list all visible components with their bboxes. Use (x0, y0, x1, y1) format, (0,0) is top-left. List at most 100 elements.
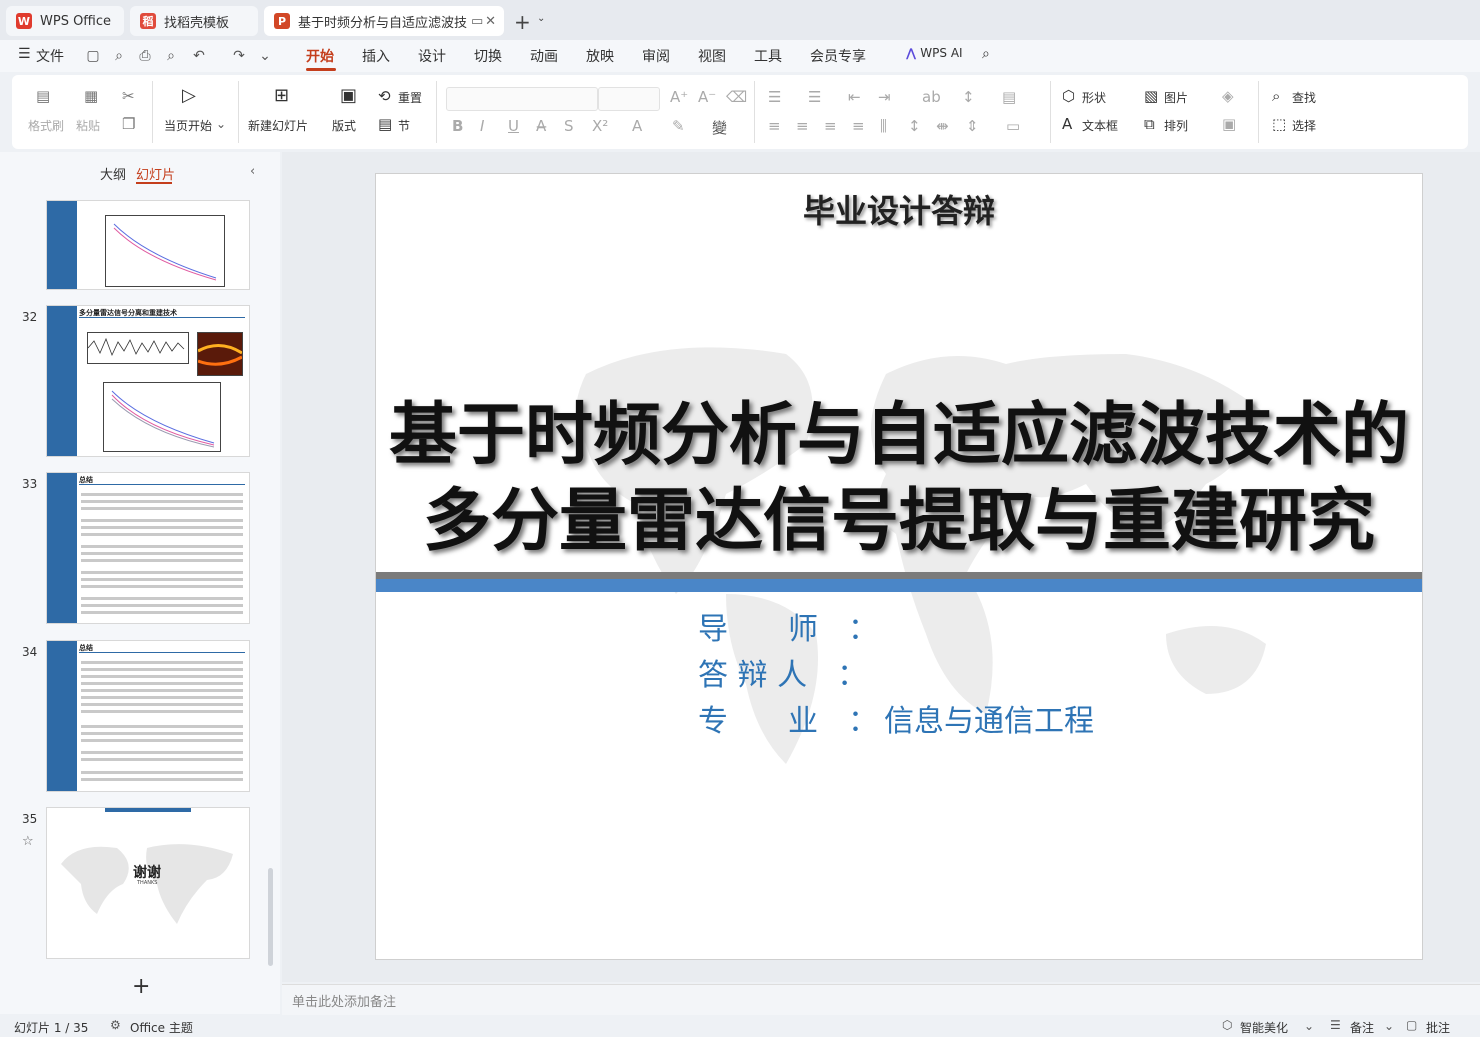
numbering-icon[interactable]: ☰ (808, 88, 821, 106)
menu-file[interactable]: 文件 (36, 46, 64, 66)
copy-icon[interactable]: ❐ (122, 115, 135, 133)
distribute-icon[interactable]: ⫼ (880, 117, 887, 135)
tab-wps-office[interactable]: W WPS Office (6, 6, 124, 36)
notes-pane[interactable]: 单击此处添加备注 (282, 984, 1480, 1015)
format-brush-button[interactable]: 格式刷 (28, 117, 64, 134)
print-preview-icon[interactable]: ⌕ (162, 47, 180, 65)
arrange-icon[interactable]: ⧉ (1144, 115, 1155, 133)
find-icon[interactable]: ⌕ (1272, 87, 1280, 105)
strikethrough-icon[interactable]: A̶ (536, 117, 546, 135)
indent-icon[interactable]: ⇥ (878, 88, 891, 106)
slide-thumbnail-32[interactable]: 多分量雷达信号分离和重建技术 (46, 305, 250, 457)
redo-icon[interactable]: ↷ (230, 47, 248, 65)
column-icon[interactable]: ⇼ (936, 117, 949, 135)
align-left-icon[interactable]: ≡ (768, 117, 781, 135)
notes-toggle[interactable]: 备注 (1350, 1019, 1374, 1036)
justify-icon[interactable]: ≡ (852, 117, 865, 135)
cut-icon[interactable]: ✂ (122, 87, 135, 105)
format-brush-icon[interactable]: ▤ (36, 87, 50, 105)
from-current-button[interactable]: 当页开始 (164, 117, 212, 134)
play-icon[interactable]: ▷ (182, 85, 196, 106)
collapse-panel-icon[interactable]: ‹ (250, 164, 255, 179)
shadow-icon[interactable]: S (564, 117, 574, 135)
new-slide-button[interactable]: 新建幻灯片 (248, 117, 308, 134)
menu-tab-8[interactable]: 工具 (754, 46, 782, 66)
add-slide-icon[interactable]: + (132, 974, 150, 999)
fill-icon[interactable]: ◈ (1222, 87, 1234, 105)
more-icon[interactable]: ⌄ (256, 47, 274, 65)
increase-font-icon[interactable]: A⁺ (670, 88, 688, 106)
line-spacing-icon[interactable]: ↕ (962, 88, 975, 106)
undo-icon[interactable]: ↶ (190, 47, 208, 65)
current-slide[interactable]: 毕业设计答辩 基于时频分析与自适应滤波技术的 多分量雷达信号提取与重建研究 导 … (375, 173, 1423, 960)
wps-ai-button[interactable]: ⋀ WPS AI (906, 46, 963, 60)
slide-thumbnail-33[interactable]: 总结 (46, 472, 250, 624)
menu-tab-4[interactable]: 动画 (530, 46, 558, 66)
bold-icon[interactable]: B (452, 117, 463, 135)
shape-button[interactable]: 形状 (1082, 89, 1106, 106)
textbox-button[interactable]: 文本框 (1082, 117, 1118, 134)
picture-button[interactable]: 图片 (1164, 89, 1188, 106)
layout-button[interactable]: 版式 (332, 117, 356, 134)
select-icon[interactable]: ⬚ (1272, 115, 1286, 133)
section-button[interactable]: 节 (398, 117, 410, 134)
picture-icon[interactable]: ▧ (1144, 87, 1158, 105)
arrange-button[interactable]: 排列 (1164, 117, 1188, 134)
hamburger-icon[interactable]: ☰ (18, 46, 31, 62)
comments-toggle[interactable]: 批注 (1426, 1019, 1450, 1036)
slide-thumbnail-35[interactable]: 谢谢 THANKS (46, 807, 250, 959)
menu-tab-3[interactable]: 切换 (474, 46, 502, 66)
clear-format-icon[interactable]: ⌫ (726, 88, 747, 106)
monitor-icon[interactable]: ▭ (471, 14, 483, 29)
phonetic-icon[interactable]: 變 (712, 117, 727, 138)
menu-tab-0[interactable]: 开始 (306, 46, 334, 66)
search-icon[interactable]: ⌕ (982, 46, 990, 62)
text-direction-icon[interactable]: ab (922, 88, 941, 106)
reset-button[interactable]: 重置 (398, 89, 422, 106)
align-right-icon[interactable]: ≡ (824, 117, 837, 135)
valign-icon[interactable]: ⇕ (966, 117, 979, 135)
tab-document[interactable]: P 基于时频分析与自适应滤波技 ▭ ✕ (264, 6, 504, 36)
shape-icon[interactable]: ⬡ (1062, 87, 1075, 105)
new-slide-icon[interactable]: ⊞ (274, 85, 289, 106)
tab-slides[interactable]: 幻灯片 (136, 164, 175, 183)
find-button[interactable]: 查找 (1292, 89, 1316, 106)
search-doc-icon[interactable]: ⌕ (110, 47, 128, 65)
menu-tab-7[interactable]: 视图 (698, 46, 726, 66)
save-icon[interactable]: ▢ (84, 47, 102, 65)
font-color-icon[interactable]: A (632, 117, 642, 135)
tab-outline[interactable]: 大纲 (100, 164, 126, 183)
highlight-icon[interactable]: ✎ (672, 117, 685, 135)
decrease-font-icon[interactable]: A⁻ (698, 88, 716, 106)
menu-tab-1[interactable]: 插入 (362, 46, 390, 66)
align-center-icon[interactable]: ≡ (796, 117, 809, 135)
menu-tab-6[interactable]: 审阅 (642, 46, 670, 66)
print-icon[interactable]: ⎙ (136, 47, 154, 65)
menu-tab-2[interactable]: 设计 (418, 46, 446, 66)
outline-icon[interactable]: ▣ (1222, 115, 1236, 133)
italic-icon[interactable]: I (480, 117, 484, 135)
theme-name[interactable]: Office 主题 (130, 1019, 193, 1036)
menu-tab-9[interactable]: 会员专享 (810, 46, 866, 66)
paste-icon[interactable]: ▦ (84, 87, 98, 105)
superscript-icon[interactable]: X² (592, 117, 608, 135)
outdent-icon[interactable]: ⇤ (848, 88, 861, 106)
slide-thumbnail-31[interactable] (46, 200, 250, 290)
textbox-icon[interactable]: A (1062, 115, 1072, 133)
beautify-button[interactable]: 智能美化 (1240, 1019, 1288, 1036)
text-fit-icon[interactable]: ▭ (1006, 117, 1020, 135)
chevron-down-icon[interactable]: ⌄ (1384, 1019, 1394, 1033)
tab-daoke-templates[interactable]: 稻 找稻壳模板 (130, 6, 258, 36)
slide-thumbnail-34[interactable]: 总结 (46, 640, 250, 792)
chevron-down-icon[interactable]: ⌄ (216, 117, 226, 131)
font-size-select[interactable] (598, 87, 660, 111)
paste-button[interactable]: 粘贴 (76, 117, 100, 134)
bullets-icon[interactable]: ☰ (768, 88, 781, 106)
chevron-down-icon[interactable]: ⌄ (537, 13, 545, 24)
reset-icon[interactable]: ⟲ (378, 87, 391, 105)
select-button[interactable]: 选择 (1292, 117, 1316, 134)
font-family-select[interactable] (446, 87, 598, 111)
chevron-down-icon[interactable]: ⌄ (1304, 1019, 1314, 1033)
section-icon[interactable]: ▤ (378, 115, 392, 133)
layout-icon[interactable]: ▣ (340, 85, 357, 106)
